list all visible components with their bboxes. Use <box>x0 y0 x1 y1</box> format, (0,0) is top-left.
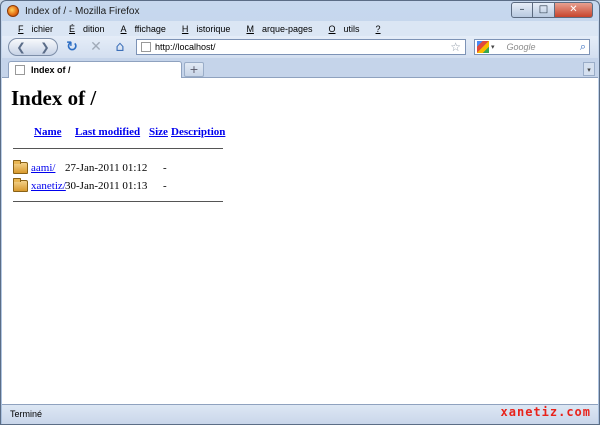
maximize-button[interactable]: □ <box>533 2 555 18</box>
page-favicon-icon <box>141 42 151 52</box>
menu-affichage[interactable]: Affichage <box>113 24 166 34</box>
menu-bar: Fichier Édition Affichage Historique Mar… <box>2 21 598 36</box>
tab-bar: Index of / + ▾ <box>2 58 598 78</box>
tab-index[interactable]: Index of / <box>8 61 182 78</box>
column-last-modified[interactable]: Last modified <box>75 126 140 138</box>
column-name[interactable]: Name <box>34 126 62 138</box>
footer-divider <box>13 201 223 202</box>
url-text[interactable]: http://localhost/ <box>155 42 216 52</box>
modified-date: 30-Jan-2011 01:13 <box>65 180 148 192</box>
menu-help[interactable]: ? <box>368 24 389 34</box>
file-size: - <box>163 180 167 192</box>
firefox-icon <box>7 5 19 17</box>
new-tab-button[interactable]: + <box>184 62 204 77</box>
page-title: Index of / <box>11 86 97 110</box>
google-icon[interactable] <box>477 41 489 53</box>
column-size[interactable]: Size <box>149 126 168 138</box>
window-title: Index of / - Mozilla Firefox <box>25 5 140 17</box>
window-controls: – □ ✕ <box>511 2 593 18</box>
menu-fichier[interactable]: Fichier <box>10 24 53 34</box>
menu-outils[interactable]: Outils <box>321 24 360 34</box>
folder-icon <box>13 178 28 192</box>
chevron-down-icon[interactable]: ▾ <box>491 43 495 51</box>
browser-window: Index of / - Mozilla Firefox – □ ✕ Fichi… <box>0 0 600 425</box>
folder-link[interactable]: xanetiz/ <box>31 180 66 192</box>
search-placeholder: Google <box>506 42 536 52</box>
url-bar[interactable]: http://localhost/ ☆ <box>136 39 466 55</box>
folder-icon <box>13 160 28 174</box>
column-description[interactable]: Description <box>171 126 225 138</box>
tab-list-button[interactable]: ▾ <box>583 62 595 76</box>
home-icon[interactable]: ⌂ <box>110 38 130 56</box>
page-content: Index of / Name Last modified Size Descr… <box>2 78 598 404</box>
tab-favicon-icon <box>15 65 25 75</box>
menu-edition[interactable]: Édition <box>61 24 105 34</box>
stop-icon[interactable]: ✕ <box>86 38 106 56</box>
menu-marque-pages[interactable]: Marque-pages <box>238 24 312 34</box>
star-icon[interactable]: ☆ <box>450 40 461 54</box>
modified-date: 27-Jan-2011 01:12 <box>65 162 148 174</box>
back-arrow-icon[interactable]: ❮ <box>16 41 25 54</box>
search-bar[interactable]: ▾ Google ⌕ <box>474 39 590 55</box>
status-text: Terminé <box>10 409 43 419</box>
title-bar: Index of / - Mozilla Firefox – □ ✕ <box>1 1 599 21</box>
minimize-button[interactable]: – <box>511 2 533 18</box>
folder-link[interactable]: aami/ <box>31 162 55 174</box>
reload-icon[interactable]: ↻ <box>62 38 82 56</box>
header-divider <box>13 148 223 149</box>
file-size: - <box>163 162 167 174</box>
close-button[interactable]: ✕ <box>555 2 593 18</box>
back-forward-buttons: ❮ ❯ <box>8 38 58 56</box>
navigation-toolbar: ❮ ❯ ↻ ✕ ⌂ http://localhost/ ☆ ▾ Google ⌕ <box>2 36 598 58</box>
forward-arrow-icon[interactable]: ❯ <box>40 41 49 54</box>
watermark: xanetiz.com <box>500 405 591 419</box>
magnifier-icon[interactable]: ⌕ <box>580 40 586 54</box>
tab-label: Index of / <box>31 65 71 75</box>
menu-historique[interactable]: Historique <box>174 24 231 34</box>
